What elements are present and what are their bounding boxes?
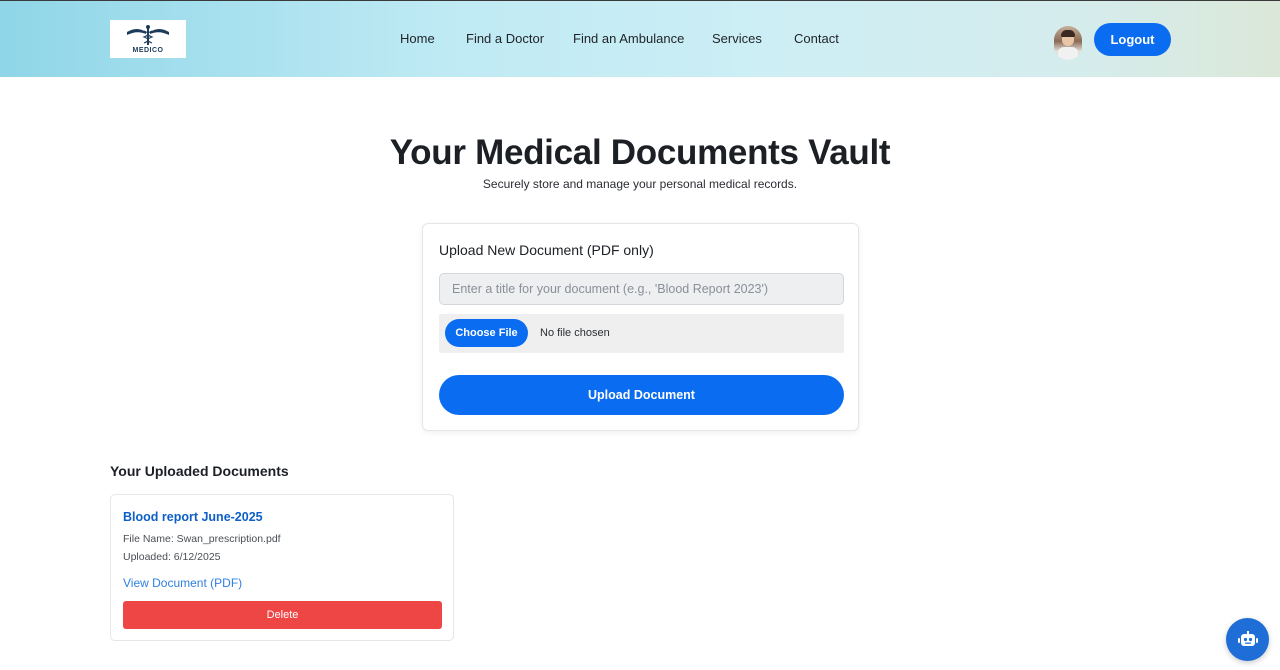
- nav-find-a-doctor[interactable]: Find a Doctor: [466, 31, 544, 46]
- document-upload-date: Uploaded: 6/12/2025: [123, 551, 221, 563]
- file-status: No file chosen: [540, 327, 610, 339]
- choose-file-button[interactable]: Choose File: [445, 319, 528, 347]
- robot-icon: [1237, 630, 1258, 646]
- nav-find-an-ambulance[interactable]: Find an Ambulance: [573, 31, 684, 46]
- document-card: Blood report June-2025 File Name: Swan_p…: [110, 494, 454, 641]
- page-subtitle: Securely store and manage your personal …: [482, 177, 798, 191]
- nav-home[interactable]: Home: [400, 31, 435, 46]
- document-title-input[interactable]: [439, 273, 844, 305]
- user-avatar[interactable]: [1054, 26, 1082, 60]
- delete-document-button[interactable]: Delete: [123, 601, 442, 629]
- file-picker[interactable]: Choose File No file chosen: [439, 314, 844, 353]
- document-file-name: File Name: Swan_prescription.pdf: [123, 533, 281, 545]
- uploaded-documents-heading: Your Uploaded Documents: [110, 463, 289, 479]
- upload-document-button[interactable]: Upload Document: [439, 375, 844, 415]
- logout-button[interactable]: Logout: [1094, 23, 1171, 56]
- document-title: Blood report June-2025: [123, 510, 263, 524]
- nav-contact[interactable]: Contact: [794, 31, 839, 46]
- upload-heading: Upload New Document (PDF only): [439, 242, 654, 258]
- top-navbar: MEDICO Home Find a Doctor Find an Ambula…: [0, 0, 1280, 77]
- page-title: Your Medical Documents Vault: [389, 133, 891, 172]
- view-document-link[interactable]: View Document (PDF): [123, 576, 242, 590]
- nav-services[interactable]: Services: [712, 31, 762, 46]
- upload-card: Upload New Document (PDF only) Choose Fi…: [422, 223, 859, 431]
- main-nav: Home Find a Doctor Find an Ambulance Ser…: [0, 31, 1280, 49]
- chatbot-button[interactable]: [1226, 618, 1269, 661]
